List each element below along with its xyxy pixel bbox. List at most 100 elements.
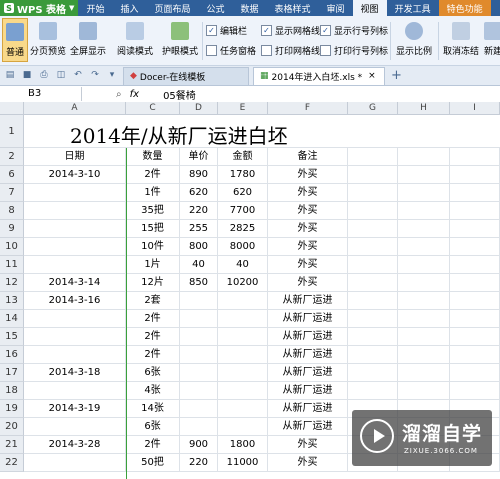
data-cell[interactable] <box>24 184 126 202</box>
chevron-down-icon[interactable]: ▾ <box>105 70 119 82</box>
data-cell[interactable]: 2件 <box>126 310 180 328</box>
redo-icon[interactable]: ↷ <box>88 70 102 82</box>
data-cell[interactable]: 890 <box>180 166 218 184</box>
zoom-button[interactable]: 显示比例 <box>394 18 434 62</box>
data-cell[interactable]: 11000 <box>218 454 268 472</box>
wps-app-menu-button[interactable]: S WPS 表格 ▼ <box>0 0 79 16</box>
column-header[interactable]: D <box>180 102 218 115</box>
eye-protect-button[interactable]: 护眼模式 <box>160 18 200 62</box>
row-header[interactable]: 16 <box>0 346 24 364</box>
data-cell[interactable]: 2014-3-28 <box>24 436 126 454</box>
data-cell[interactable]: 外买 <box>268 436 348 454</box>
data-cell[interactable] <box>218 328 268 346</box>
data-cell[interactable]: 从新厂运进 <box>268 346 348 364</box>
data-cell[interactable]: 从新厂运进 <box>268 364 348 382</box>
data-cell[interactable] <box>398 328 450 346</box>
data-cell[interactable] <box>218 364 268 382</box>
data-cell[interactable]: 2825 <box>218 220 268 238</box>
data-cell[interactable] <box>180 382 218 400</box>
data-cell[interactable] <box>348 256 398 274</box>
data-cell[interactable] <box>348 238 398 256</box>
menu-tab[interactable]: 特色功能 <box>438 0 491 16</box>
column-header[interactable]: C <box>126 102 180 115</box>
row-header[interactable]: 11 <box>0 256 24 274</box>
data-cell[interactable]: 14张 <box>126 400 180 418</box>
data-cell[interactable] <box>24 328 126 346</box>
data-cell[interactable] <box>348 382 398 400</box>
data-cell[interactable] <box>24 220 126 238</box>
data-cell[interactable]: 2014-3-19 <box>24 400 126 418</box>
row-header[interactable]: 6 <box>0 166 24 184</box>
row-header[interactable]: 14 <box>0 310 24 328</box>
data-cell[interactable]: 从新厂运进 <box>268 328 348 346</box>
name-box[interactable]: B3 <box>0 87 82 101</box>
column-header[interactable]: A <box>24 102 126 115</box>
data-cell[interactable]: 620 <box>180 184 218 202</box>
menu-tab[interactable]: 审阅 <box>319 0 353 16</box>
data-cell[interactable] <box>180 292 218 310</box>
menu-tab[interactable]: 公式 <box>198 0 232 16</box>
data-cell[interactable] <box>24 202 126 220</box>
row-header[interactable]: 17 <box>0 364 24 382</box>
data-cell[interactable]: 2014-3-18 <box>24 364 126 382</box>
header-cell[interactable] <box>348 148 398 166</box>
data-cell[interactable] <box>450 346 500 364</box>
new-window-button[interactable]: 新建 <box>482 18 500 62</box>
normal-view-button[interactable]: 普通 <box>2 18 28 62</box>
page-break-preview-button[interactable]: 分页预览 <box>30 18 66 62</box>
row-header[interactable]: 8 <box>0 202 24 220</box>
data-cell[interactable]: 10200 <box>218 274 268 292</box>
cell[interactable] <box>450 115 500 148</box>
data-cell[interactable] <box>348 346 398 364</box>
row-header[interactable]: 1 <box>0 115 24 148</box>
data-cell[interactable] <box>450 364 500 382</box>
data-cell[interactable] <box>218 346 268 364</box>
data-cell[interactable]: 2件 <box>126 166 180 184</box>
data-cell[interactable]: 外买 <box>268 220 348 238</box>
data-cell[interactable] <box>398 184 450 202</box>
data-cell[interactable]: 外买 <box>268 202 348 220</box>
row-header[interactable]: 2 <box>0 148 24 166</box>
data-cell[interactable] <box>450 256 500 274</box>
row-header[interactable]: 18 <box>0 382 24 400</box>
data-cell[interactable]: 从新厂运进 <box>268 382 348 400</box>
data-cell[interactable] <box>218 400 268 418</box>
data-cell[interactable] <box>218 310 268 328</box>
column-header[interactable]: F <box>268 102 348 115</box>
data-cell[interactable]: 620 <box>218 184 268 202</box>
row-header[interactable]: 13 <box>0 292 24 310</box>
data-cell[interactable]: 外买 <box>268 238 348 256</box>
print-headers-toggle[interactable]: 打印行号列标 <box>320 44 388 57</box>
data-cell[interactable]: 255 <box>180 220 218 238</box>
data-cell[interactable]: 35把 <box>126 202 180 220</box>
data-cell[interactable] <box>450 220 500 238</box>
data-cell[interactable]: 8000 <box>218 238 268 256</box>
print-icon[interactable]: ⎙ <box>37 70 51 82</box>
data-cell[interactable]: 2014-3-10 <box>24 166 126 184</box>
data-cell[interactable] <box>398 382 450 400</box>
row-header[interactable]: 10 <box>0 238 24 256</box>
data-cell[interactable]: 6张 <box>126 364 180 382</box>
data-cell[interactable] <box>180 400 218 418</box>
data-cell[interactable]: 220 <box>180 454 218 472</box>
data-cell[interactable]: 2件 <box>126 346 180 364</box>
formula-input[interactable]: 05餐椅 <box>163 87 196 102</box>
menu-tab[interactable]: 开始 <box>78 0 112 16</box>
tab-workbook[interactable]: ▦ 2014年进入白坯.xls * × <box>253 66 385 85</box>
close-icon[interactable]: × <box>368 71 376 81</box>
save-icon[interactable]: ■ <box>20 70 34 82</box>
data-cell[interactable]: 外买 <box>268 184 348 202</box>
data-cell[interactable] <box>450 166 500 184</box>
header-cell[interactable] <box>398 148 450 166</box>
data-cell[interactable]: 2014-3-16 <box>24 292 126 310</box>
column-header[interactable]: I <box>450 102 500 115</box>
print-gridlines-toggle[interactable]: 打印网格线 <box>261 44 320 57</box>
column-header[interactable]: H <box>398 102 450 115</box>
cell[interactable] <box>398 115 450 148</box>
data-cell[interactable]: 1片 <box>126 256 180 274</box>
data-cell[interactable] <box>24 310 126 328</box>
data-cell[interactable]: 4张 <box>126 382 180 400</box>
data-cell[interactable] <box>398 274 450 292</box>
data-cell[interactable] <box>348 202 398 220</box>
header-cell[interactable]: 金额 <box>218 148 268 166</box>
